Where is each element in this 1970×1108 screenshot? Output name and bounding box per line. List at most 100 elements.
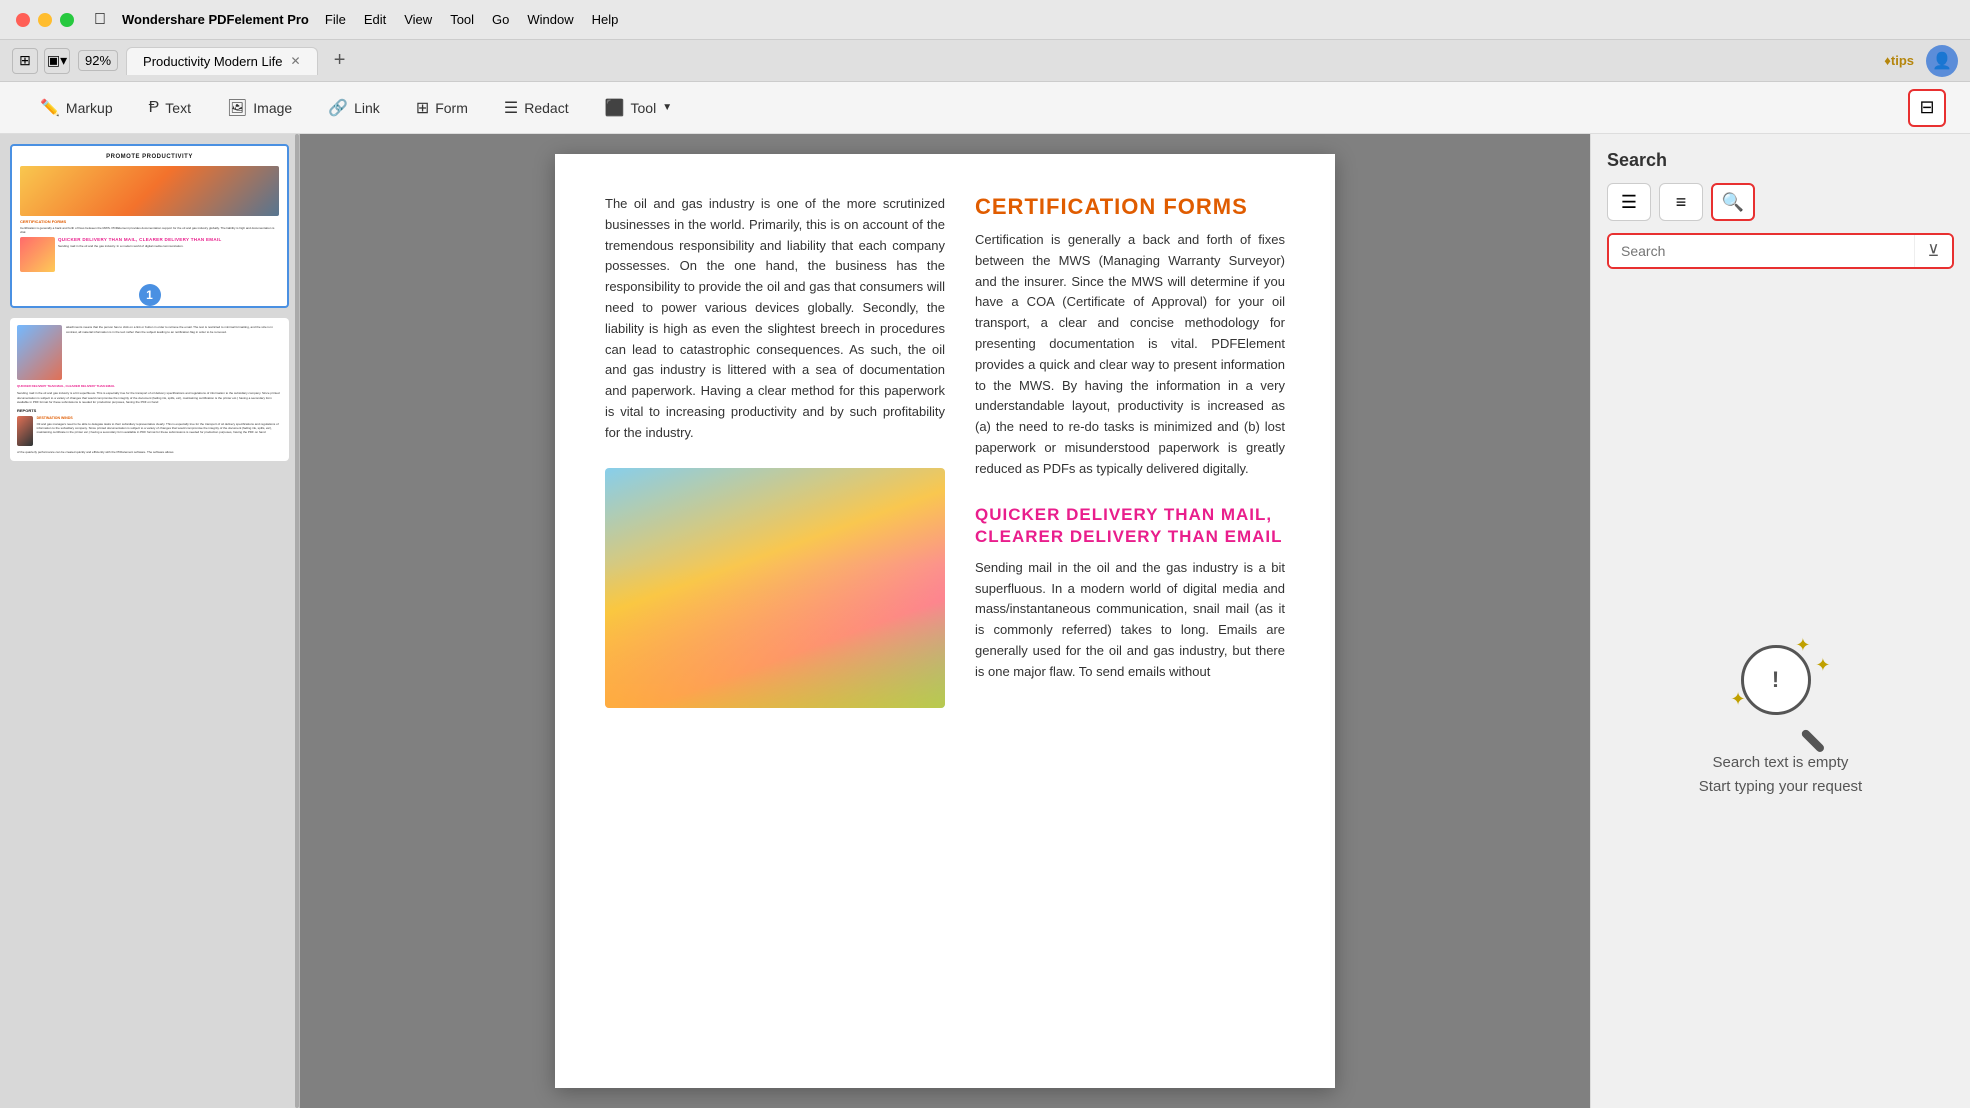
grid-view-icon[interactable]: ⊞ xyxy=(12,48,38,74)
toolbar: ✏️ Markup Ᵽ Text 🖼 Image 🔗 Link ⊞ Form ☰… xyxy=(0,82,1970,134)
view-icons: ⊞ ▣▾ xyxy=(12,48,70,74)
thumb2-delivery: QUICKER DELIVERY THAN MAIL, CLEARER DELI… xyxy=(17,384,282,388)
magnifier-icon: 🔍 xyxy=(1722,192,1744,213)
thumb1-left-image xyxy=(20,237,55,272)
app-name: Wondershare PDFelement Pro xyxy=(122,12,309,27)
user-avatar[interactable]: 👤 xyxy=(1926,45,1958,77)
panel-toggle-button[interactable]: ⊟ xyxy=(1908,89,1946,127)
menu-view[interactable]: View xyxy=(404,12,432,27)
main-content: PROMOTE PRODUCTIVITY CERTIFICATION FORMS… xyxy=(0,134,1970,1108)
minimize-button[interactable] xyxy=(38,13,52,27)
lines-search-icon: ≡ xyxy=(1676,192,1687,213)
search-empty-line1: Search text is empty xyxy=(1699,751,1862,775)
tab-productivity[interactable]: Productivity Modern Life ✕ xyxy=(126,47,318,75)
search-input-row: ⊻ xyxy=(1607,233,1954,269)
split-view-icon[interactable]: ▣▾ xyxy=(44,48,70,74)
page-1-number: 1 xyxy=(12,284,287,306)
search-type-text-icon[interactable]: ☰ xyxy=(1607,183,1651,221)
thumb2-desc-content: Oil and gas managers need to be able to … xyxy=(37,422,282,434)
thumbnail-page-1[interactable]: PROMOTE PRODUCTIVITY CERTIFICATION FORMS… xyxy=(10,144,289,308)
thumb2-row: attachments means that the person has to… xyxy=(17,325,282,380)
doc-beach-image xyxy=(605,468,945,708)
redact-button[interactable]: ☰ Redact xyxy=(488,92,585,124)
exclamation-icon: ! xyxy=(1772,667,1779,693)
menu-bar: File Edit View Tool Go Window Help xyxy=(325,12,619,27)
search-title: Search xyxy=(1607,150,1954,171)
maximize-button[interactable] xyxy=(60,13,74,27)
thumb1-right-text: QUICKER DELIVERY THAN MAIL, CLEARER DELI… xyxy=(58,237,279,272)
zoom-select[interactable]: 92% xyxy=(78,50,118,71)
page-number-badge: 1 xyxy=(139,284,161,306)
document-page: The oil and gas industry is one of the m… xyxy=(555,154,1335,1088)
sidebar-scrollbar[interactable] xyxy=(295,134,299,1108)
thumb2-row-2: DESTINATION WINDS Oil and gas managers n… xyxy=(17,416,282,446)
thumb1-cert: CERTIFICATION FORMS xyxy=(20,219,279,224)
search-type-lines-icon[interactable]: ≡ xyxy=(1659,183,1703,221)
doc-delivery-heading: QUICKER DELIVERY THAN MAIL, CLEARER DELI… xyxy=(975,504,1285,548)
menu-edit[interactable]: Edit xyxy=(364,12,386,27)
thumb-content-1: PROMOTE PRODUCTIVITY CERTIFICATION FORMS… xyxy=(12,146,287,280)
search-panel: Search ☰ ≡ 🔍 ⊻ ✦ ✦ ✦ ! xyxy=(1590,134,1970,1108)
search-empty-icon: ✦ ✦ ✦ ! xyxy=(1731,635,1831,735)
thumb1-text: Certification is generally a back and fo… xyxy=(20,226,279,234)
search-empty-area: ✦ ✦ ✦ ! Search text is empty Start typin… xyxy=(1607,341,1954,1092)
beach-overlay xyxy=(605,564,945,708)
add-tab-button[interactable]: + xyxy=(326,47,354,75)
thumb2-reports: REPORTS xyxy=(17,408,282,413)
panel-toggle-icon: ⊟ xyxy=(1919,97,1934,118)
title-bar:  Wondershare PDFelement Pro File Edit V… xyxy=(0,0,1970,40)
tool-icon: ⬛ xyxy=(605,98,625,118)
search-circle-icon: ! xyxy=(1741,645,1811,715)
search-input[interactable] xyxy=(1609,235,1914,267)
markup-button[interactable]: ✏️ Markup xyxy=(24,92,129,124)
doc-cert-body: Certification is generally a back and fo… xyxy=(975,230,1285,480)
tab-bar-right: ♦tips 👤 xyxy=(1884,45,1958,77)
thumb2-desc-text: Sending mail in the oil and gas industry… xyxy=(17,391,282,404)
apple-logo-icon:  xyxy=(94,11,106,29)
form-icon: ⊞ xyxy=(416,98,429,118)
image-icon: 🖼 xyxy=(227,98,247,118)
markup-icon: ✏️ xyxy=(40,98,60,118)
link-button[interactable]: 🔗 Link xyxy=(312,92,396,124)
menu-tool[interactable]: Tool xyxy=(450,12,474,27)
thumb-content-2: attachments means that the person has to… xyxy=(12,320,287,459)
search-empty-line2: Start typing your request xyxy=(1699,775,1862,799)
doc-right-column: CERTIFICATION FORMS Certification is gen… xyxy=(975,194,1285,708)
doc-left-column: The oil and gas industry is one of the m… xyxy=(605,194,945,708)
window-controls xyxy=(16,13,74,27)
thumb1-title: PROMOTE PRODUCTIVITY xyxy=(20,154,279,162)
search-type-magnifier-icon[interactable]: 🔍 xyxy=(1711,183,1755,221)
doc-cert-heading: CERTIFICATION FORMS xyxy=(975,194,1285,220)
thumb1-bottom: QUICKER DELIVERY THAN MAIL, CLEARER DELI… xyxy=(20,237,279,272)
thumb1-pink: QUICKER DELIVERY THAN MAIL, CLEARER DELI… xyxy=(58,237,279,243)
redact-icon: ☰ xyxy=(504,98,518,118)
tool-dropdown-icon: ▼ xyxy=(662,102,672,113)
thumb2-text: attachments means that the person has to… xyxy=(66,325,282,380)
close-button[interactable] xyxy=(16,13,30,27)
sidebar-thumbnails: PROMOTE PRODUCTIVITY CERTIFICATION FORMS… xyxy=(0,134,300,1108)
text-button[interactable]: Ᵽ Text xyxy=(133,93,207,123)
menu-file[interactable]: File xyxy=(325,12,346,27)
doc-two-column-layout: The oil and gas industry is one of the m… xyxy=(605,194,1285,708)
sparkle-icon-2: ✦ xyxy=(1815,655,1830,676)
tool-button[interactable]: ⬛ Tool ▼ xyxy=(589,92,689,124)
search-filter-button[interactable]: ⊻ xyxy=(1914,235,1952,267)
doc-intro-text: The oil and gas industry is one of the m… xyxy=(605,194,945,444)
tab-close-icon[interactable]: ✕ xyxy=(290,54,300,68)
tab-bar: ⊞ ▣▾ 92% Productivity Modern Life ✕ + ♦t… xyxy=(0,40,1970,82)
filter-icon: ⊻ xyxy=(1928,241,1940,261)
menu-window[interactable]: Window xyxy=(527,12,573,27)
form-button[interactable]: ⊞ Form xyxy=(400,92,484,124)
thumb2-footer-text: of the quarterly performance can be crea… xyxy=(17,450,282,454)
tips-logo: ♦tips xyxy=(1884,53,1914,68)
thumbnail-page-2[interactable]: attachments means that the person has to… xyxy=(10,318,289,461)
thumb1-image xyxy=(20,166,279,216)
menu-go[interactable]: Go xyxy=(492,12,509,27)
image-button[interactable]: 🖼 Image xyxy=(211,92,308,124)
thumb2-desc-orange: DESTINATION WINDS xyxy=(37,416,282,420)
doc-delivery-body: Sending mail in the oil and the gas indu… xyxy=(975,558,1285,683)
text-icon: Ᵽ xyxy=(149,99,160,117)
menu-help[interactable]: Help xyxy=(592,12,619,27)
thumb2-image-2 xyxy=(17,416,33,446)
document-area[interactable]: The oil and gas industry is one of the m… xyxy=(300,134,1590,1108)
